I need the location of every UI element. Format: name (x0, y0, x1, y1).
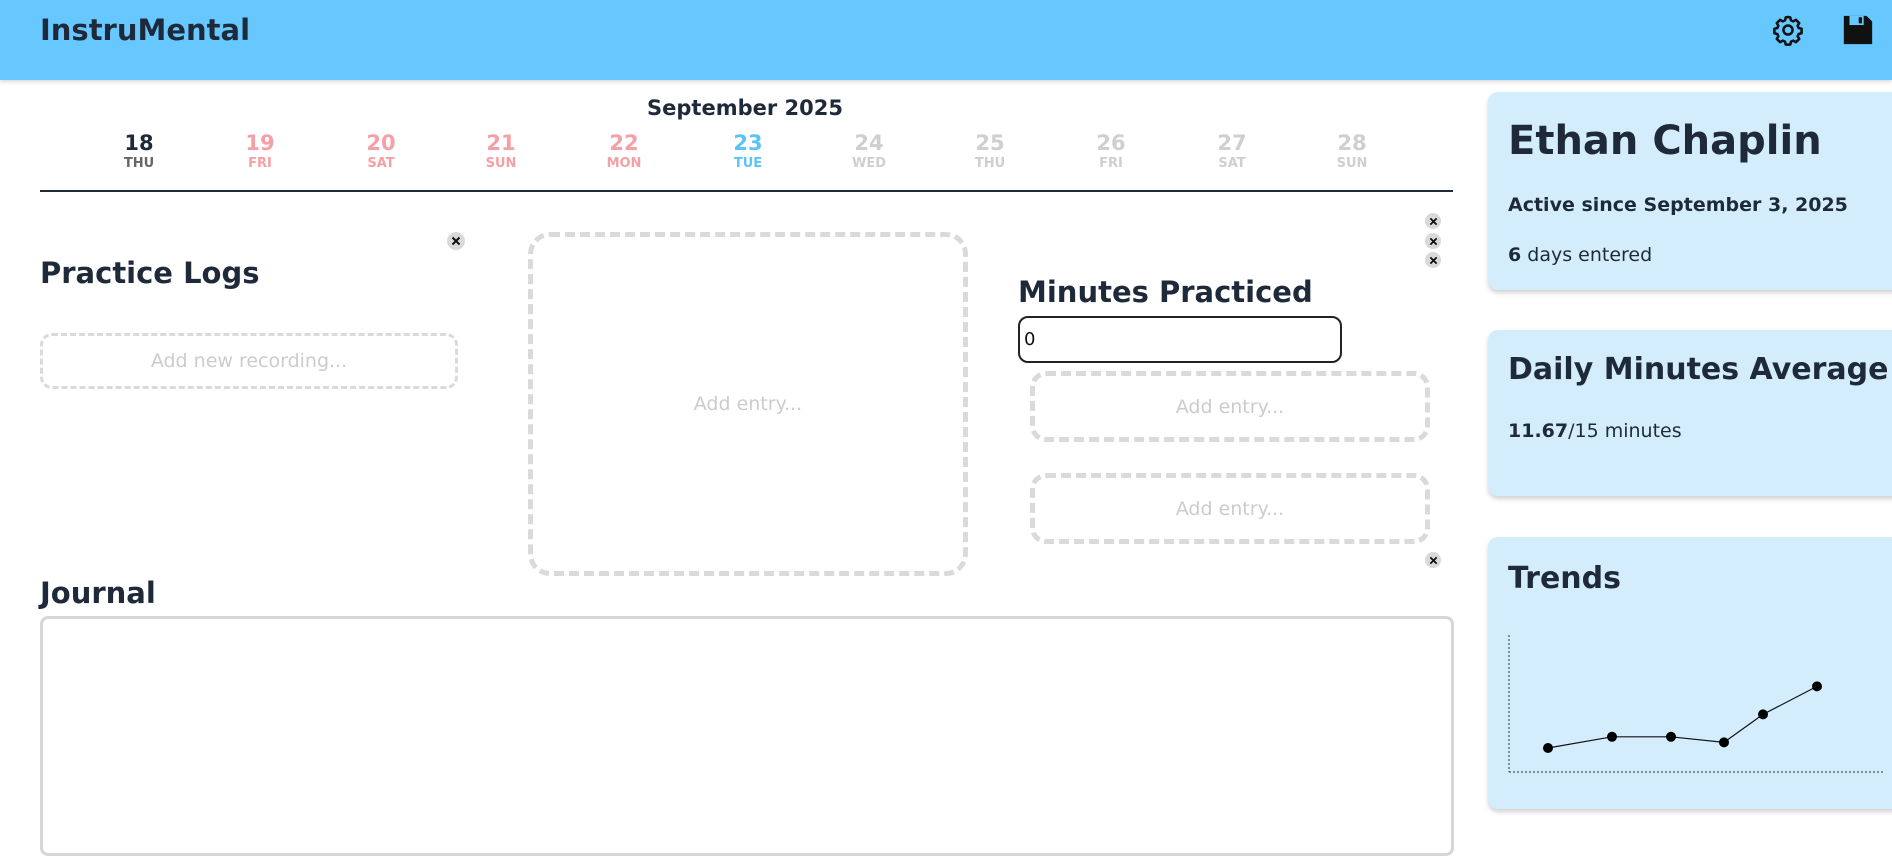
day-name: FRI (248, 156, 272, 171)
day-name: SUN (1336, 156, 1368, 171)
calendar-divider (40, 190, 1453, 192)
trend-point (1719, 737, 1729, 748)
days-entered: 6 days entered (1508, 244, 1652, 266)
day-name: WED (851, 156, 886, 171)
calendar-day[interactable]: 20 SAT (341, 130, 421, 172)
day-number: 21 (486, 131, 516, 155)
day-number: 27 (1217, 131, 1247, 155)
active-since: Active since September 3, 2025 (1508, 194, 1848, 216)
trends-chart (1508, 635, 1884, 773)
journal-input[interactable] (40, 616, 1454, 856)
calendar-day[interactable]: 24 WED (829, 130, 909, 172)
day-name: MON (606, 156, 642, 171)
trend-point (1666, 731, 1676, 742)
close-icon[interactable] (1425, 252, 1441, 268)
month-label: September 2025 (647, 96, 843, 120)
day-number: 25 (975, 131, 1005, 155)
average-card: Daily Minutes Average 11.67/15 minutes (1488, 330, 1892, 496)
user-name: Ethan Chaplin (1508, 118, 1822, 164)
calendar-day[interactable]: 21 SUN (461, 130, 541, 172)
calendar-day[interactable]: 26 FRI (1071, 130, 1151, 172)
trends-card: Trends (1488, 537, 1892, 809)
save-icon[interactable] (1841, 13, 1875, 47)
trend-point (1607, 731, 1617, 742)
day-number: 26 (1096, 131, 1126, 155)
day-number: 23 (733, 131, 763, 155)
profile-card: Ethan Chaplin Active since September 3, … (1488, 92, 1892, 290)
calendar-day[interactable]: 28 SUN (1312, 130, 1392, 172)
trend-point (1758, 709, 1768, 720)
days-entered-label: days entered (1521, 244, 1653, 266)
close-icon[interactable] (1425, 552, 1441, 568)
add-entry-box[interactable]: Add entry... (528, 232, 968, 576)
average-number: 11.67 (1508, 420, 1569, 442)
day-number: 20 (366, 131, 396, 155)
trend-point (1543, 743, 1553, 753)
practice-logs-title: Practice Logs (40, 256, 260, 290)
app-header: InstruMental (0, 0, 1892, 80)
gear-icon[interactable] (1771, 13, 1805, 47)
day-name: SUN (485, 156, 517, 171)
minutes-input[interactable] (1018, 316, 1342, 363)
calendar-day[interactable]: 22 MON (584, 130, 664, 172)
day-name: THU (123, 156, 155, 171)
close-icon[interactable] (447, 232, 465, 250)
close-icon[interactable] (1425, 213, 1441, 229)
average-value: 11.67/15 minutes (1508, 420, 1682, 442)
trend-point (1812, 681, 1822, 692)
day-number: 22 (609, 131, 639, 155)
calendar-day[interactable]: 25 THU (950, 130, 1030, 172)
day-number: 18 (124, 131, 154, 155)
day-name: SAT (367, 156, 395, 171)
add-recording-button[interactable]: Add new recording... (40, 333, 458, 389)
trend-line (1547, 685, 1818, 749)
day-name: FRI (1099, 156, 1123, 171)
day-name: TUE (733, 156, 763, 171)
add-minutes-entry-button[interactable]: Add entry... (1030, 371, 1430, 442)
day-name: SAT (1218, 156, 1246, 171)
average-goal: /15 minutes (1568, 420, 1682, 442)
app-title: InstruMental (40, 13, 251, 47)
minutes-practiced-title: Minutes Practiced (1018, 275, 1313, 309)
day-number: 28 (1337, 131, 1367, 155)
add-minutes-entry-button[interactable]: Add entry... (1030, 473, 1430, 544)
calendar-day[interactable]: 23 TUE (708, 130, 788, 172)
calendar-day[interactable]: 19 FRI (220, 130, 300, 172)
day-number: 24 (854, 131, 884, 155)
average-title: Daily Minutes Average (1508, 352, 1889, 387)
calendar-day[interactable]: 18 THU (99, 130, 179, 172)
day-number: 19 (245, 131, 275, 155)
close-icon[interactable] (1425, 233, 1441, 249)
days-entered-count: 6 (1508, 244, 1522, 266)
day-name: THU (974, 156, 1006, 171)
calendar-day[interactable]: 27 SAT (1192, 130, 1272, 172)
journal-title: Journal (40, 576, 156, 610)
